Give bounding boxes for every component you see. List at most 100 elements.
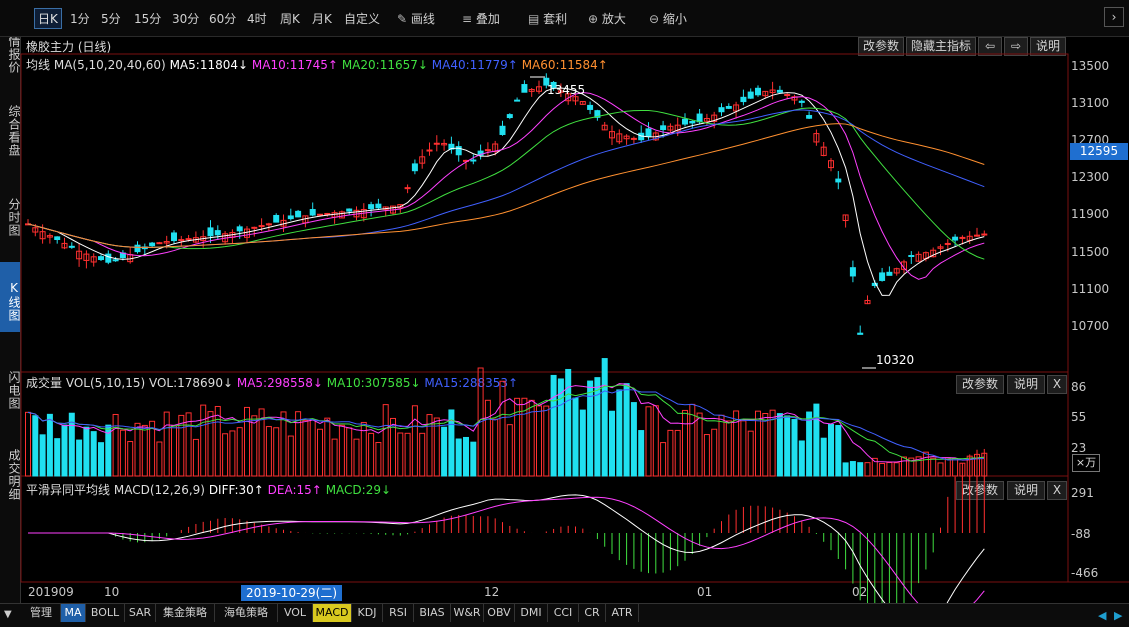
- volume-bar: [455, 438, 462, 477]
- volume-bar: [54, 438, 61, 477]
- candle-body: [273, 214, 280, 223]
- candle-body: [959, 236, 966, 239]
- volume-bar: [674, 429, 681, 477]
- volume-bar: [718, 414, 725, 477]
- volume-bar: [317, 428, 323, 477]
- candle-body: [747, 91, 754, 99]
- tab-sar[interactable]: SAR: [125, 604, 156, 622]
- volume-bar: [703, 434, 710, 477]
- tab-bias[interactable]: BIAS: [414, 604, 451, 622]
- volume-bar: [346, 427, 353, 477]
- volume-bar: [776, 413, 783, 477]
- volume-bar: [499, 380, 506, 477]
- tab-dmi[interactable]: DMI: [515, 604, 548, 622]
- candle-body: [287, 215, 294, 220]
- tab-ma[interactable]: MA: [61, 604, 86, 622]
- volume-bar: [83, 426, 90, 477]
- volume-bar: [864, 462, 871, 477]
- ma10-line: [27, 92, 985, 280]
- candle-body: [484, 149, 491, 152]
- volume-bar: [740, 420, 747, 477]
- volume-bar: [39, 434, 46, 477]
- volume-bar: [857, 462, 864, 477]
- caret-down-icon[interactable]: ▼: [4, 609, 12, 620]
- volume-bar: [141, 424, 148, 477]
- volume-bar: [441, 426, 448, 477]
- volume-bar: [90, 431, 97, 477]
- candle-body: [645, 128, 652, 137]
- candle-body: [112, 259, 119, 262]
- volume-bar: [930, 457, 937, 477]
- volume-bar: [660, 442, 667, 477]
- tab-boll[interactable]: BOLL: [86, 604, 125, 622]
- dea-line: [28, 496, 985, 621]
- candle-body: [375, 203, 382, 209]
- volume-bar: [368, 432, 375, 477]
- candle-body: [309, 209, 316, 216]
- volume-bar: [514, 397, 521, 477]
- ma60-line: [27, 123, 985, 248]
- candle-body: [98, 256, 104, 261]
- price-panel-frame: [20, 53, 1069, 373]
- manage-tab[interactable]: 管理: [22, 604, 61, 622]
- volume-bar: [222, 433, 229, 477]
- volume-bar: [178, 414, 185, 477]
- tab-cr[interactable]: CR: [579, 604, 606, 622]
- volume-bar: [696, 412, 703, 477]
- volume-bar: [98, 442, 104, 477]
- volume-bar: [32, 415, 39, 477]
- candle-body: [981, 233, 988, 236]
- candle-body: [514, 99, 521, 102]
- candle-body: [506, 114, 513, 119]
- volume-bar: [171, 425, 177, 477]
- candle-body: [295, 210, 302, 218]
- candle-body: [499, 125, 506, 135]
- candle-body: [696, 113, 703, 123]
- volume-bar: [645, 406, 652, 477]
- volume-bar: [536, 405, 542, 477]
- volume-bar: [397, 432, 404, 477]
- tab-rsi[interactable]: RSI: [383, 604, 414, 622]
- candle-body: [806, 115, 813, 119]
- tab-macd[interactable]: MACD: [313, 604, 352, 622]
- volume-bar: [149, 420, 156, 477]
- volume-bar: [849, 461, 856, 477]
- candle-body: [682, 118, 688, 125]
- tab-turtle[interactable]: 海龟策略: [215, 604, 278, 622]
- tab-cci[interactable]: CCI: [548, 604, 579, 622]
- volume-bar: [244, 406, 250, 477]
- scroll-right-icon[interactable]: ▶: [1114, 609, 1122, 622]
- candle-body: [214, 230, 221, 236]
- volume-bar: [324, 417, 331, 477]
- candle-body: [178, 239, 185, 242]
- candle-body: [835, 178, 842, 183]
- volume-bar: [791, 419, 798, 477]
- tab-wr[interactable]: W&R: [451, 604, 484, 622]
- volume-bar: [156, 441, 163, 477]
- candle-body: [368, 204, 375, 210]
- volume-bar: [601, 358, 608, 477]
- candle-body: [149, 242, 156, 247]
- volume-bar: [470, 441, 477, 477]
- tab-jijin[interactable]: 集金策略: [156, 604, 215, 622]
- volume-bar: [484, 399, 491, 477]
- kline-chart[interactable]: 13455 10320: [0, 0, 1129, 626]
- tab-vol[interactable]: VOL: [278, 604, 313, 622]
- candle-body: [660, 125, 667, 131]
- volume-bar: [711, 428, 718, 477]
- volume-bar: [630, 402, 637, 477]
- tab-kdj[interactable]: KDJ: [352, 604, 383, 622]
- scroll-left-icon[interactable]: ◀: [1098, 609, 1106, 622]
- candle-body: [185, 238, 192, 241]
- candle-body: [740, 96, 747, 103]
- candle-body: [236, 226, 243, 232]
- volume-bar: [309, 419, 316, 477]
- volume-bar: [127, 441, 134, 477]
- volume-bar: [652, 405, 659, 477]
- candle-body: [105, 253, 112, 263]
- volume-bar: [25, 411, 31, 477]
- candle-body: [755, 87, 761, 96]
- tab-atr[interactable]: ATR: [606, 604, 639, 622]
- candle-body: [258, 225, 265, 228]
- tab-obv[interactable]: OBV: [484, 604, 515, 622]
